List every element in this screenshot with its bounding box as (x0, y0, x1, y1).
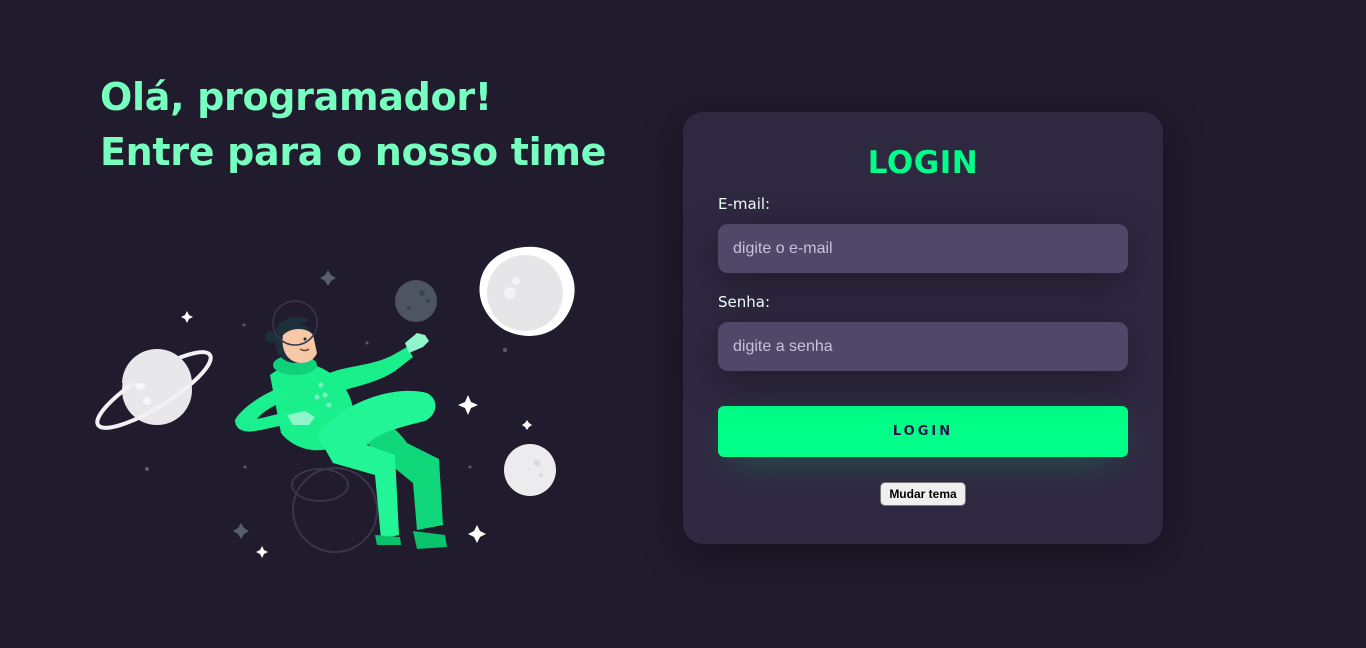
password-label: Senha: (718, 293, 771, 311)
astronaut-in-space-icon (95, 246, 575, 558)
hero-line-invite: Entre para o nosso time (100, 130, 607, 174)
email-field-group: E-mail: (718, 195, 1128, 273)
change-theme-button[interactable]: Mudar tema (880, 482, 966, 506)
login-title: LOGIN (867, 145, 979, 181)
login-card: LOGIN E-mail: Senha: LOGIN Mudar tema (683, 112, 1163, 544)
astronaut-head-icon (265, 300, 318, 363)
cloudy-moon-icon (479, 246, 575, 336)
dark-moon-icon (395, 280, 437, 322)
hero-line-greeting: Olá, programador! (100, 75, 492, 119)
orbit-line (292, 467, 378, 553)
astronaut-figure-icon (235, 300, 447, 549)
password-input[interactable] (718, 322, 1128, 371)
ringed-planet-icon (95, 348, 213, 430)
email-input[interactable] (718, 224, 1128, 273)
login-page: Olá, programador! Entre para o nosso tim… (0, 0, 1366, 648)
white-moon-icon (504, 444, 556, 496)
astronaut-illustration (95, 235, 585, 565)
email-label: E-mail: (718, 195, 771, 213)
password-field-group: Senha: (718, 293, 1128, 371)
login-button[interactable]: LOGIN (718, 406, 1128, 457)
hero-heading: Olá, programador! Entre para o nosso tim… (100, 70, 660, 180)
